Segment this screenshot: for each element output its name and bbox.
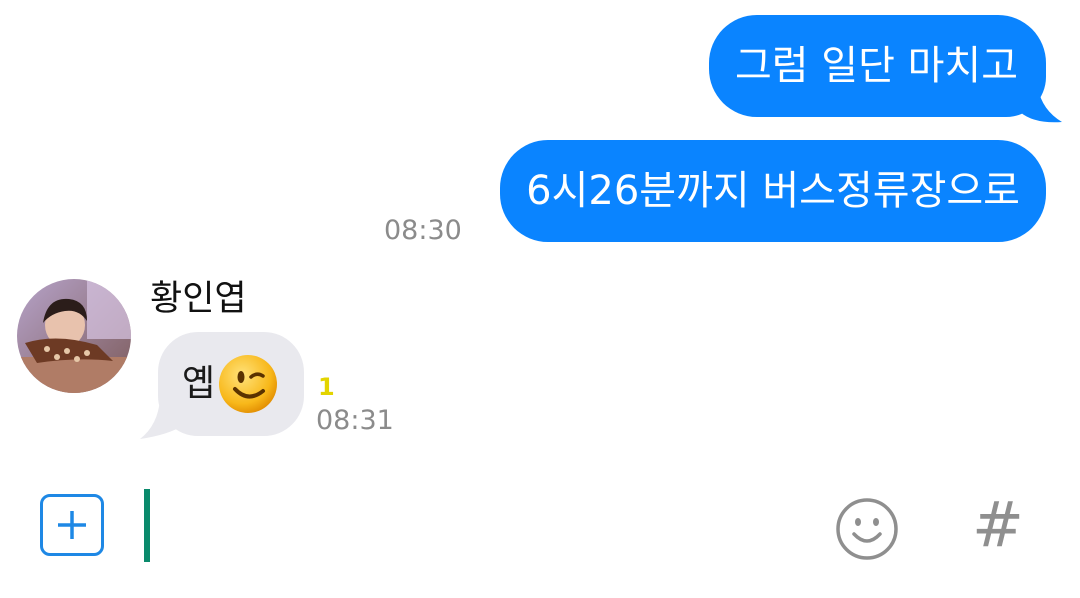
bubble-tail [1016, 88, 1062, 123]
text-cursor [144, 489, 150, 562]
plus-button[interactable] [40, 494, 104, 556]
unread-count: 1 [318, 373, 335, 401]
plus-icon [58, 511, 86, 539]
message-input[interactable] [152, 489, 806, 564]
incoming-message-bubble[interactable]: 옙 [158, 332, 304, 436]
smiley-icon[interactable] [834, 496, 900, 562]
hashtag-button[interactable]: # [968, 492, 1028, 558]
avatar[interactable] [17, 279, 131, 393]
message-text: 그럼 일단 마치고 [734, 43, 1018, 89]
message-text: 옙 [182, 363, 216, 404]
message-timestamp: 08:30 [384, 215, 462, 246]
outgoing-message-bubble[interactable]: 6시26분까지 버스정류장으로 [500, 140, 1046, 242]
message-text: 6시26분까지 버스정류장으로 [526, 168, 1020, 214]
wink-emoji-icon [219, 355, 278, 413]
message-timestamp: 08:31 [316, 405, 394, 436]
outgoing-message-bubble[interactable]: 그럼 일단 마치고 [708, 15, 1046, 117]
sender-name: 황인엽 [150, 279, 247, 319]
